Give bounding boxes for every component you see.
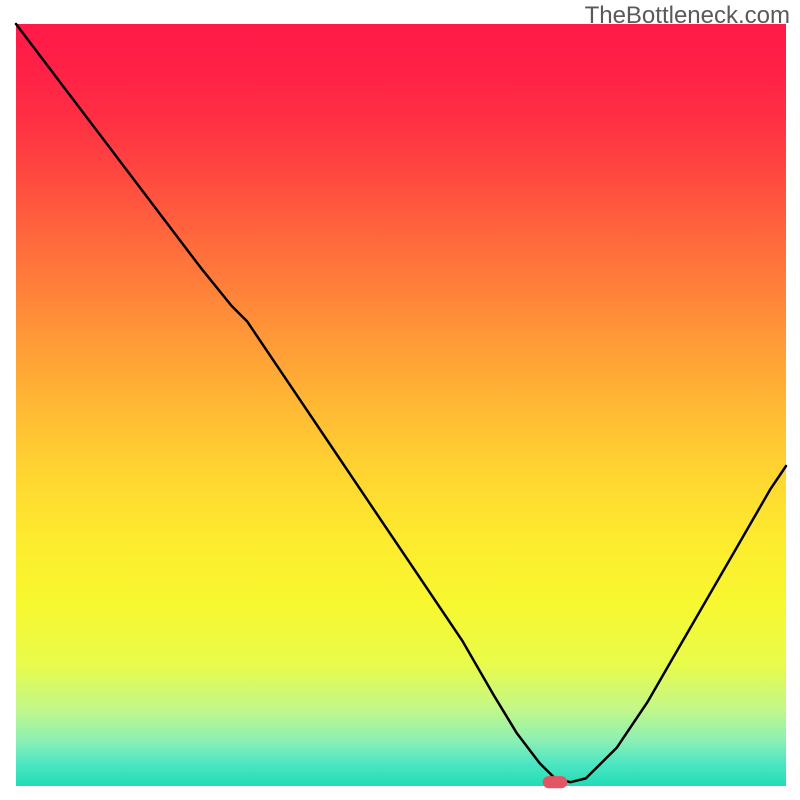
- chart-plot: [16, 24, 786, 786]
- watermark-text: TheBottleneck.com: [585, 2, 790, 30]
- optimal-point-marker: [543, 776, 568, 788]
- chart-background: [16, 24, 786, 786]
